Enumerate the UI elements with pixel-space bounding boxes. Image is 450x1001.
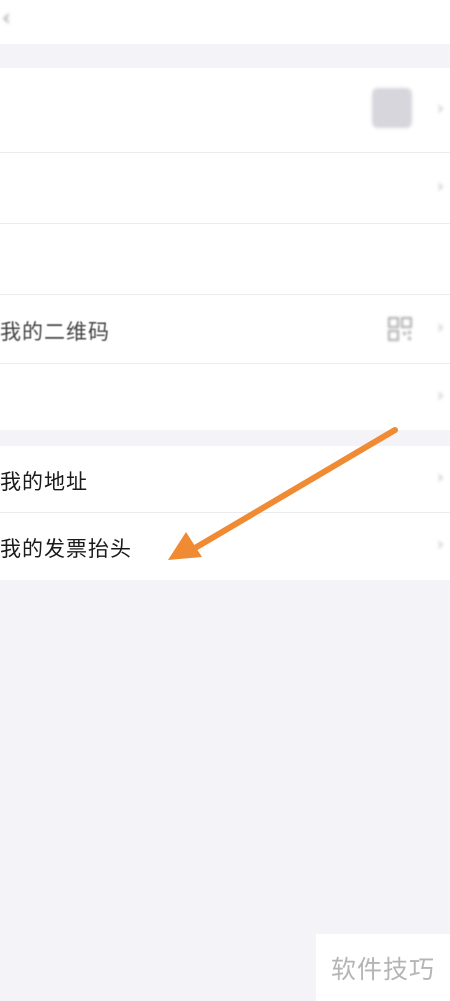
my-address-label: 我的地址	[0, 470, 88, 494]
my-qrcode-label: 我的二维码	[0, 320, 110, 344]
phone-row[interactable]	[0, 224, 450, 294]
avatar	[372, 88, 412, 128]
chevron-right-icon: ›	[436, 176, 444, 197]
navigation-bar: ‹	[0, 0, 450, 44]
my-address-row[interactable]: 我的地址 ›	[0, 446, 450, 512]
back-chevron-icon[interactable]: ‹	[2, 6, 11, 31]
account-card: 我的地址 › 我的发票抬头 ›	[0, 446, 450, 580]
chevron-right-icon: ›	[436, 317, 444, 338]
more-row[interactable]: 更多 ›	[0, 364, 450, 480]
my-qrcode-row[interactable]: 我的二维码 ›	[0, 295, 450, 363]
chevron-right-icon: ›	[436, 98, 444, 119]
watermark: 软件技巧	[316, 934, 450, 1001]
my-invoice-title-label: 我的发票抬头	[0, 537, 132, 561]
nickname-row[interactable]: ›	[0, 153, 450, 223]
avatar-row[interactable]: ›	[0, 68, 450, 152]
profile-card: › › 我的二维码 › 更多 ›	[0, 68, 450, 480]
my-invoice-title-row[interactable]: 我的发票抬头 ›	[0, 513, 450, 580]
chevron-right-icon: ›	[436, 534, 444, 555]
chevron-right-icon: ›	[436, 385, 444, 406]
chevron-right-icon: ›	[436, 467, 444, 488]
qr-code-icon	[388, 317, 412, 341]
